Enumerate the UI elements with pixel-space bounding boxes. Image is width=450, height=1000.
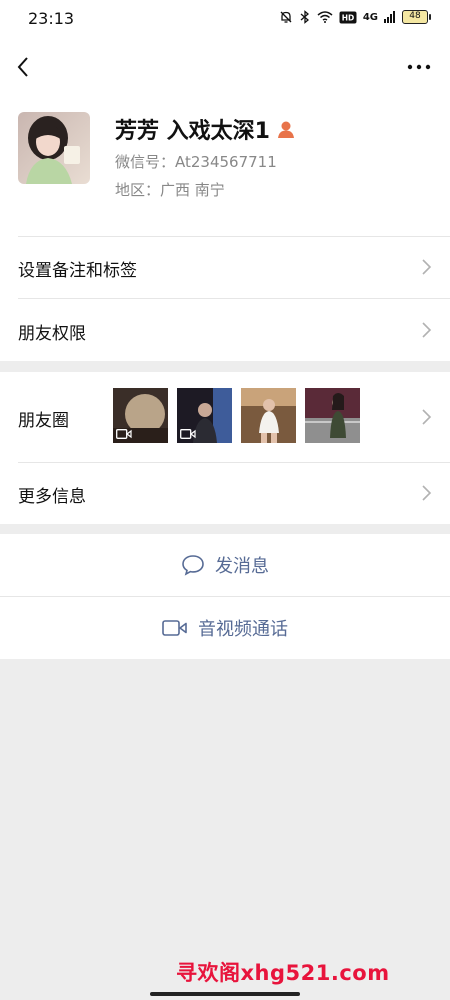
moments-thumbnails bbox=[113, 388, 360, 443]
video-call-button[interactable]: 音视频通话 bbox=[0, 597, 450, 659]
top-nav bbox=[0, 40, 450, 95]
status-bar: 23:13 HD 4G 48 bbox=[0, 0, 450, 40]
video-icon bbox=[180, 429, 196, 439]
hd-icon: HD bbox=[339, 11, 357, 23]
chat-bubble-icon bbox=[182, 555, 204, 576]
bluetooth-icon bbox=[300, 10, 309, 24]
battery-icon: 48 bbox=[402, 10, 431, 24]
bell-off-icon bbox=[280, 11, 292, 23]
chevron-right-icon bbox=[422, 485, 432, 501]
battery-level: 48 bbox=[409, 11, 421, 21]
video-icon bbox=[116, 429, 132, 439]
set-remark-row[interactable]: 设置备注和标签 bbox=[0, 236, 450, 298]
avatar[interactable] bbox=[18, 112, 90, 184]
divider bbox=[18, 462, 450, 463]
female-person-icon bbox=[277, 121, 294, 138]
more-info-label: 更多信息 bbox=[18, 487, 86, 507]
more-info-row[interactable]: 更多信息 bbox=[0, 462, 450, 524]
signal-label: 4G bbox=[362, 11, 378, 23]
moments-row[interactable]: 朋友圈 bbox=[0, 372, 450, 462]
home-indicator bbox=[150, 992, 300, 996]
region: 地区：广西 南宁 bbox=[115, 181, 225, 199]
name-row: 芳芳 入戏太深1 bbox=[115, 113, 296, 145]
status-icons: HD 4G 48 bbox=[279, 10, 431, 24]
more-dots-icon[interactable] bbox=[406, 58, 432, 76]
video-call-label: 音视频通话 bbox=[198, 619, 288, 640]
chevron-right-icon bbox=[422, 322, 432, 338]
chevron-right-icon bbox=[422, 259, 432, 275]
moments-thumbnail[interactable] bbox=[241, 388, 296, 443]
svg-text:HD: HD bbox=[342, 13, 355, 22]
moments-label: 朋友圈 bbox=[18, 411, 69, 431]
chevron-left-icon[interactable] bbox=[12, 54, 38, 80]
set-remark-label: 设置备注和标签 bbox=[18, 261, 137, 281]
friend-permissions-row[interactable]: 朋友权限 bbox=[0, 298, 450, 361]
display-name: 芳芳 入戏太深1 bbox=[115, 119, 270, 144]
moments-thumbnail[interactable] bbox=[305, 388, 360, 443]
wifi-icon bbox=[317, 11, 333, 23]
status-time: 23:13 bbox=[28, 9, 75, 28]
moments-thumbnail[interactable] bbox=[177, 388, 232, 443]
chevron-right-icon bbox=[422, 409, 432, 425]
profile-header: 芳芳 入戏太深1 微信号：At234567711 地区：广西 南宁 bbox=[0, 95, 450, 236]
friend-permissions-label: 朋友权限 bbox=[18, 324, 86, 344]
watermark: 寻欢阁xhg521.com bbox=[176, 961, 390, 985]
divider bbox=[18, 236, 450, 237]
send-message-button[interactable]: 发消息 bbox=[0, 534, 450, 596]
wechat-id: 微信号：At234567711 bbox=[115, 153, 277, 171]
moments-thumbnail[interactable] bbox=[113, 388, 168, 443]
signal-icon bbox=[384, 11, 395, 23]
divider bbox=[18, 298, 450, 299]
video-camera-icon bbox=[162, 620, 187, 636]
send-message-label: 发消息 bbox=[215, 556, 269, 577]
